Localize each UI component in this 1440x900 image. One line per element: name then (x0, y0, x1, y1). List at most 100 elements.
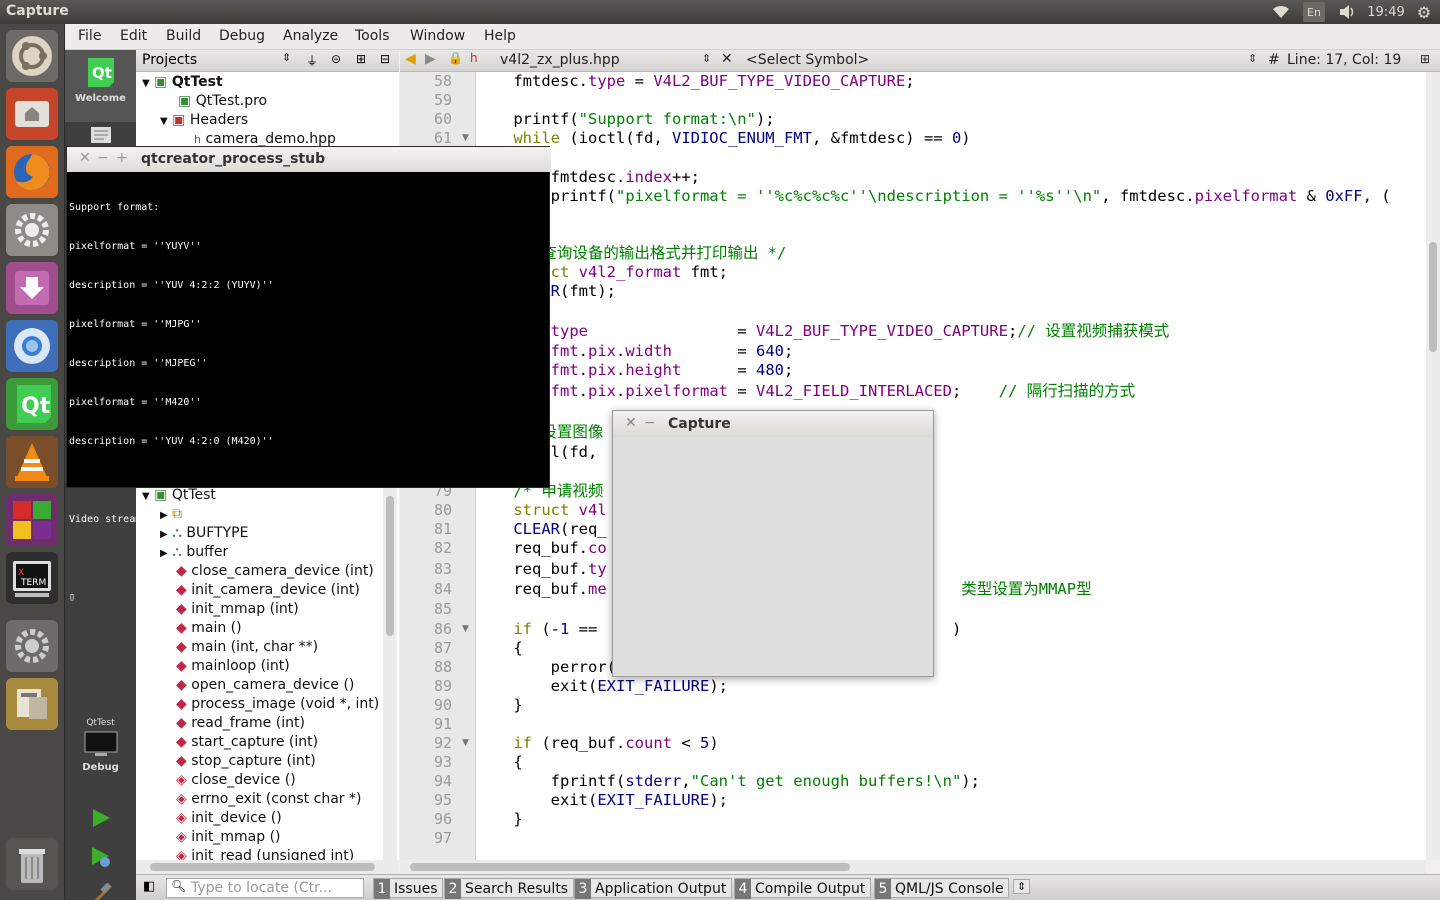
terminal-window[interactable]: ✕ − + qtcreator_process_stub Support for… (66, 146, 551, 603)
outline-item[interactable]: ◆ mainloop (int) (176, 657, 290, 676)
close-document-icon[interactable]: ✕ (721, 51, 733, 67)
tree-item-profile[interactable]: ▣ QtTest.pro (178, 92, 267, 111)
editor-vertical-scrollbar[interactable] (1426, 72, 1440, 860)
settings-icon[interactable] (6, 620, 58, 672)
software-updater-icon[interactable] (6, 262, 58, 314)
trash-icon[interactable] (6, 838, 58, 890)
menu-edit[interactable]: Edit (120, 28, 147, 44)
outline-item[interactable]: ◈ init_mmap () (176, 828, 281, 847)
fold-marker-icon[interactable]: ▼ (462, 133, 469, 143)
kit-selector[interactable]: QtTest Debug (65, 718, 136, 773)
close-icon[interactable]: ✕ (79, 150, 91, 166)
outline-item[interactable]: ◆ start_capture (int) (176, 733, 318, 752)
vlc-icon[interactable] (6, 436, 58, 488)
editor-horizontal-scrollbar[interactable] (400, 860, 1426, 874)
close-icon[interactable]: ✕ (625, 415, 637, 431)
tree-item-headers[interactable]: ▼ ▣ Headers (160, 111, 248, 130)
header-file-icon: h (470, 51, 478, 65)
session-gear-icon[interactable]: ⚙ (1414, 2, 1434, 22)
code-line: } (476, 810, 523, 828)
keyboard-layout-indicator[interactable]: En (1303, 2, 1325, 22)
split-icon[interactable]: ⊞ (356, 52, 366, 66)
forward-arrow-icon[interactable]: ▶ (425, 51, 436, 67)
menu-debug[interactable]: Debug (219, 28, 265, 44)
outline-item[interactable]: ◈ close_device () (176, 771, 296, 790)
outline-item[interactable]: ◈ init_read (unsigned int) (176, 847, 354, 860)
maximize-icon[interactable]: + (116, 150, 128, 166)
tree-item-project[interactable]: ▼ ▣ QtTest (142, 73, 223, 92)
pro-file-icon: ▣ (178, 93, 192, 109)
active-window-title: Capture (6, 3, 69, 19)
split-editor-icon[interactable]: ⊞ (1420, 52, 1430, 66)
outline-horizontal-scrollbar[interactable] (136, 860, 399, 874)
fold-marker-icon[interactable]: ▼ (462, 738, 469, 748)
back-arrow-icon[interactable]: ◀ (405, 51, 416, 67)
menu-file[interactable]: File (78, 28, 101, 44)
symbol-selector[interactable]: <Select Symbol> (746, 52, 869, 68)
terminal-titlebar[interactable]: ✕ − + qtcreator_process_stub (67, 147, 551, 172)
tab-search-results[interactable]: 2 Search Results (444, 878, 574, 899)
chevron-updown-icon[interactable]: ⇕ (702, 52, 711, 65)
locator-input[interactable]: 🔍︎ Type to locate (Ctr... (166, 878, 364, 898)
capture-window[interactable]: ✕ − Capture (612, 410, 934, 677)
open-documents-combo[interactable]: v4l2_zx_plus.hpp (500, 52, 620, 68)
projects-view-selector[interactable]: Projects (142, 52, 197, 68)
code-line: exit(EXIT_FAILURE); (476, 677, 728, 695)
minimize-icon[interactable]: − (644, 415, 656, 431)
minimize-icon[interactable]: − (97, 150, 109, 166)
outline-item[interactable]: ◆ process_image (void *, int) (176, 695, 379, 714)
menu-analyze[interactable]: Analyze (283, 28, 338, 44)
outline-item[interactable]: ◈ errno_exit (const char *) (176, 790, 361, 809)
more-tabs-chevron-icon[interactable]: ⇕ (1013, 879, 1031, 894)
menu-build[interactable]: Build (166, 28, 201, 44)
menu-tools[interactable]: Tools (355, 28, 390, 44)
qt-creator-icon[interactable]: Qt (6, 378, 58, 430)
menu-bar: File Edit Build Debug Analyze Tools Wind… (65, 24, 1440, 50)
mode-welcome[interactable]: Qt Welcome (65, 50, 136, 122)
tab-compile-output[interactable]: 4 Compile Output (734, 878, 871, 899)
cheese-icon[interactable] (6, 494, 58, 546)
filter-icon[interactable]: ⏚ (306, 52, 318, 69)
cursor-position[interactable]: Line: 17, Col: 19 (1287, 52, 1401, 68)
system-settings-icon[interactable] (6, 204, 58, 256)
static-function-icon: ◈ (176, 772, 187, 788)
tab-issues[interactable]: 1 Issues (373, 878, 443, 899)
tab-application-output[interactable]: 3 Application Output (574, 878, 732, 899)
expand-arrow-icon[interactable]: ▼ (142, 78, 150, 89)
run-button[interactable] (65, 807, 136, 837)
expand-arrow-icon[interactable]: ▼ (160, 116, 168, 127)
clock[interactable]: 19:49 (1366, 2, 1406, 22)
build-button[interactable] (65, 882, 136, 900)
firefox-icon[interactable] (6, 146, 58, 198)
menu-window[interactable]: Window (410, 28, 465, 44)
files-icon[interactable] (6, 88, 58, 140)
capture-titlebar[interactable]: ✕ − Capture (613, 411, 933, 437)
project-icon: ▣ (154, 74, 168, 90)
code-line: fmtdesc.type = V4L2_BUF_TYPE_VIDEO_CAPTU… (513, 72, 915, 90)
terminal-output[interactable]: Support format: pixelformat = ''YUYV'' d… (69, 175, 547, 603)
outline-item[interactable]: ◆ stop_capture (int) (176, 752, 316, 771)
outline-item[interactable]: ◆ open_camera_device () (176, 676, 354, 695)
mode-edit[interactable] (65, 122, 136, 148)
xterm-icon[interactable]: X TERM (6, 552, 58, 604)
toggle-sidebar-icon[interactable]: ◧ (143, 879, 155, 894)
tab-qml-console[interactable]: 5 QML/JS Console (874, 878, 1010, 899)
launcher: Qt X TERM (0, 24, 65, 900)
line-number: 97 (433, 829, 452, 847)
wifi-icon[interactable] (1270, 2, 1292, 22)
outline-item[interactable]: ◆ main (int, char **) (176, 638, 318, 657)
outline-item[interactable]: ◈ init_device () (176, 809, 282, 828)
sync-link-icon[interactable]: ⊝ (331, 52, 341, 66)
outline-item[interactable]: ◆ read_frame (int) (176, 714, 305, 733)
debug-run-icon (91, 847, 110, 867)
debug-run-button[interactable] (65, 845, 136, 875)
volume-icon[interactable] (1336, 2, 1358, 22)
close-pane-icon[interactable]: ⊟ (380, 52, 390, 66)
chevron-updown-icon[interactable]: ⇕ (282, 51, 291, 64)
menu-help[interactable]: Help (484, 28, 516, 44)
chevron-updown-icon[interactable]: ⇕ (1248, 52, 1257, 65)
ubuntu-dash-icon[interactable] (6, 30, 58, 82)
device-manager-icon[interactable] (6, 678, 58, 730)
chromium-icon[interactable] (6, 320, 58, 372)
